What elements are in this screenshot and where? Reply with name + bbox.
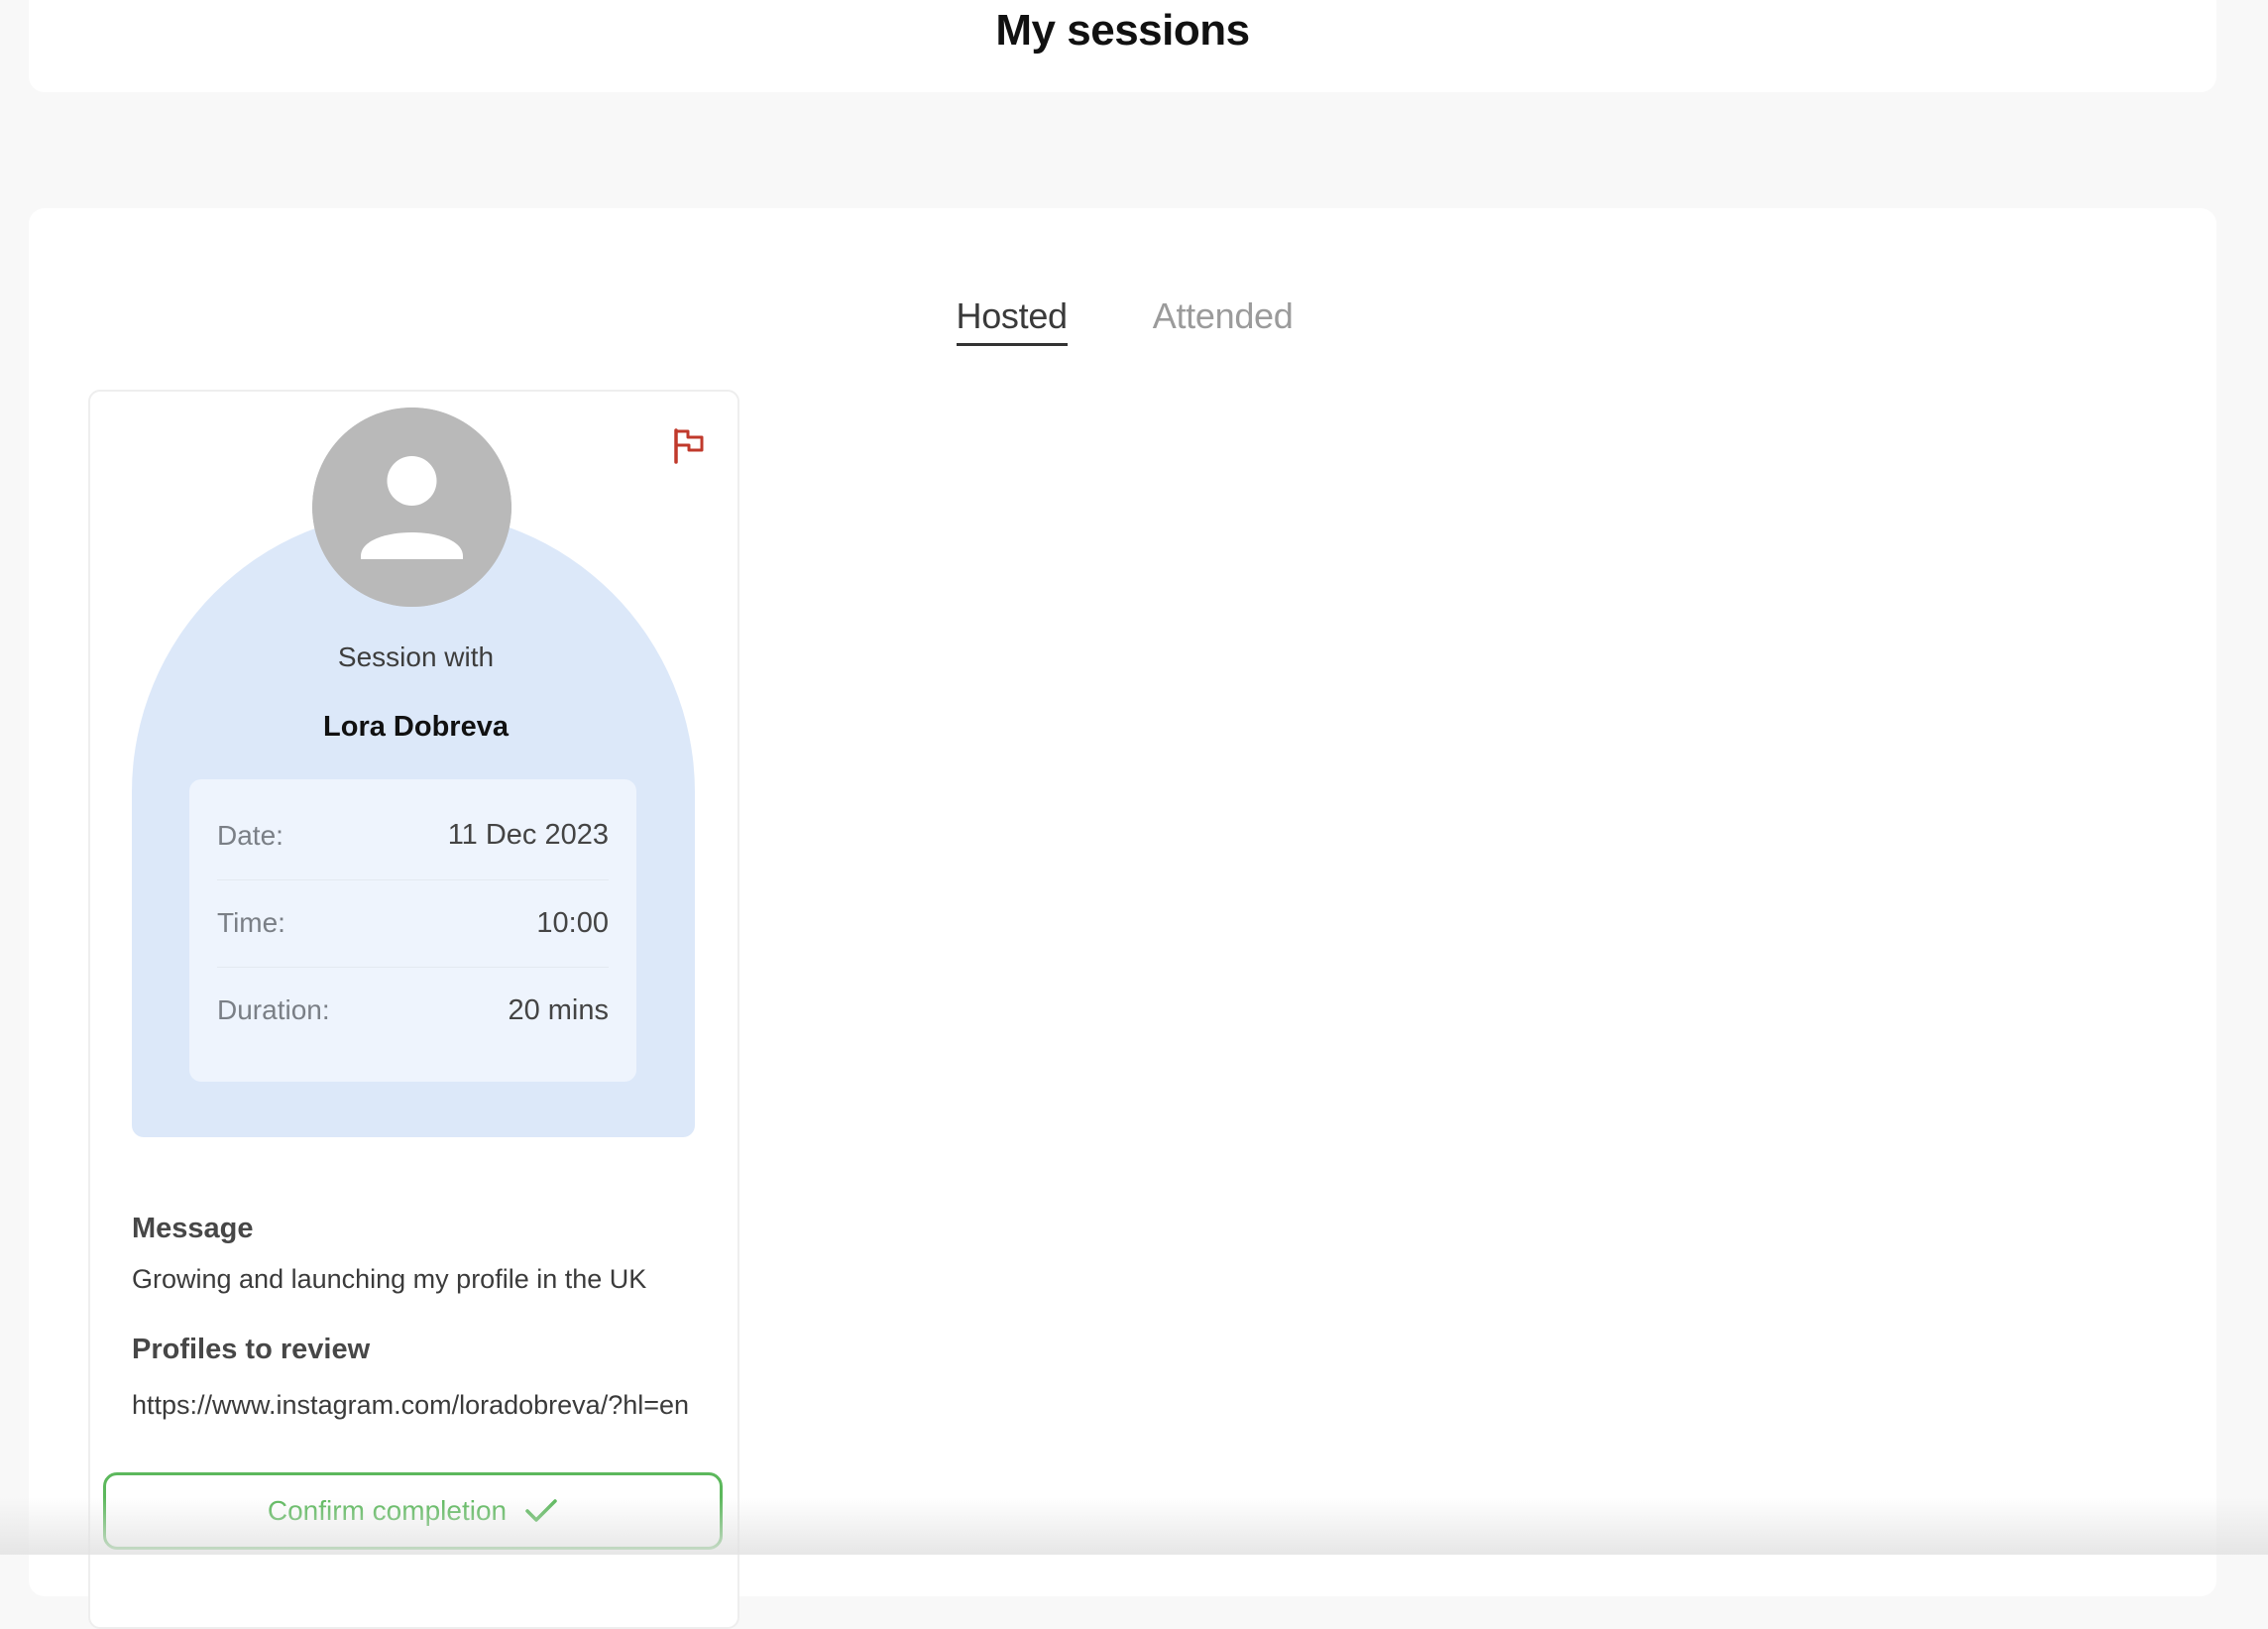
session-host-name: Lora Dobreva	[323, 711, 509, 743]
message-text: Growing and launching my profile in the …	[132, 1264, 647, 1294]
flag-icon[interactable]	[672, 427, 706, 465]
detail-row-date: Date: 11 Dec 2023	[217, 779, 609, 880]
detail-value: 11 Dec 2023	[447, 819, 609, 851]
profiles-title: Profiles to review	[132, 1334, 371, 1365]
detail-value: 20 mins	[508, 993, 609, 1026]
check-icon	[525, 1499, 557, 1522]
session-details: Date: 11 Dec 2023 Time: 10:00 Duration: …	[189, 779, 636, 1082]
sessions-panel: Hosted Attended Session with Lora Dobrev…	[29, 208, 2216, 1629]
detail-label: Date:	[217, 819, 284, 851]
message-title: Message	[132, 1213, 254, 1244]
avatar	[312, 407, 511, 607]
header-bar: My sessions	[29, 0, 2216, 92]
detail-label: Time:	[217, 907, 285, 939]
tab-hosted[interactable]: Hosted	[956, 295, 1068, 346]
detail-row-time: Time: 10:00	[217, 880, 609, 968]
confirm-completion-label: Confirm completion	[267, 1495, 508, 1526]
tab-attended[interactable]: Attended	[1153, 295, 1294, 346]
user-avatar-icon	[312, 407, 511, 607]
detail-row-duration: Duration: 20 mins	[217, 968, 609, 1055]
confirm-completion-button[interactable]: Confirm completion	[103, 1472, 723, 1550]
profiles-link[interactable]: https://www.instagram.com/loradobreva/?h…	[132, 1390, 689, 1421]
session-tabs: Hosted Attended	[33, 295, 2216, 346]
page-title: My sessions	[995, 5, 1250, 55]
session-with-label: Session with	[337, 641, 495, 672]
detail-label: Duration:	[217, 994, 330, 1026]
session-card: Session with Lora Dobreva Date: 11 Dec 2…	[88, 390, 739, 1629]
detail-value: 10:00	[536, 906, 609, 939]
